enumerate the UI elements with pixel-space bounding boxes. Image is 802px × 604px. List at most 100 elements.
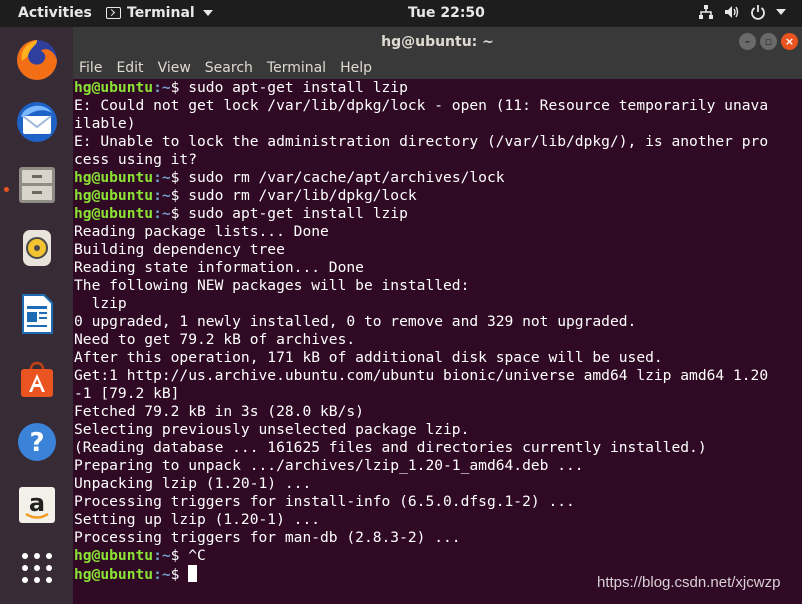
- output-line: Setting up lzip (1.20-1) ...: [74, 511, 788, 529]
- text-cursor: [188, 565, 198, 582]
- files-icon[interactable]: [12, 160, 62, 210]
- menu-edit[interactable]: Edit: [116, 60, 143, 76]
- output-line: ilable): [74, 115, 788, 133]
- line-text: 0 upgraded, 1 newly installed, 0 to remo…: [74, 313, 637, 330]
- output-line: After this operation, 171 kB of addition…: [74, 349, 788, 367]
- line-text: After this operation, 171 kB of addition…: [74, 349, 663, 366]
- window-title: hg@ubuntu: ~: [381, 34, 494, 50]
- terminal-window: hg@ubuntu: ~ – ▫ × File Edit View Search…: [73, 27, 802, 604]
- output-line: Reading package lists... Done: [74, 223, 788, 241]
- output-line: Unpacking lzip (1.20-1) ...: [74, 475, 788, 493]
- terminal-icon: [106, 7, 121, 19]
- output-line: E: Could not get lock /var/lib/dpkg/lock…: [74, 97, 788, 115]
- prompt-line: hg@ubuntu:~$ ^C: [74, 547, 788, 565]
- minimize-button[interactable]: –: [739, 33, 756, 50]
- running-indicator: [4, 187, 9, 192]
- chevron-down-icon: [202, 10, 213, 16]
- line-text: Reading state information... Done: [74, 259, 364, 276]
- prompt-user-host: hg@ubuntu: [74, 79, 154, 96]
- output-line: Processing triggers for man-db (2.8.3-2)…: [74, 529, 788, 547]
- output-line: Building dependency tree: [74, 241, 788, 259]
- prompt-path: :~: [153, 169, 171, 186]
- menu-bar: File Edit View Search Terminal Help: [73, 57, 802, 79]
- line-text: E: Unable to lock the administration dir…: [74, 133, 769, 150]
- svg-text:?: ?: [29, 428, 44, 458]
- output-line: cess using it?: [74, 151, 788, 169]
- clock[interactable]: Tue 22:50: [408, 5, 485, 21]
- volume-icon: [724, 4, 740, 20]
- prompt-line: hg@ubuntu:~$ sudo rm /var/lib/dpkg/lock: [74, 187, 788, 205]
- prompt-path: :~: [153, 187, 171, 204]
- rhythmbox-icon[interactable]: [12, 223, 62, 273]
- prompt-user-host: hg@ubuntu: [74, 547, 154, 564]
- activities-button[interactable]: Activities: [18, 5, 92, 21]
- prompt-path: :~: [153, 205, 171, 222]
- line-text: The following NEW packages will be insta…: [74, 277, 470, 294]
- menu-help[interactable]: Help: [340, 60, 372, 76]
- thunderbird-icon[interactable]: [12, 97, 62, 147]
- libreoffice-writer-icon[interactable]: [12, 289, 62, 339]
- chevron-down-icon: [776, 9, 786, 15]
- prompt-line: hg@ubuntu:~$ sudo rm /var/cache/apt/arch…: [74, 169, 788, 187]
- network-icon: [698, 4, 714, 20]
- line-text: Setting up lzip (1.20-1) ...: [74, 511, 321, 528]
- line-text: $ sudo apt-get install lzip: [170, 79, 408, 96]
- scrollbar[interactable]: [788, 79, 802, 604]
- line-text: Unpacking lzip (1.20-1) ...: [74, 475, 312, 492]
- ubuntu-software-icon[interactable]: [12, 354, 62, 404]
- menu-search[interactable]: Search: [205, 60, 253, 76]
- line-text: $ sudo rm /var/lib/dpkg/lock: [170, 187, 417, 204]
- menu-view[interactable]: View: [158, 60, 191, 76]
- output-line: The following NEW packages will be insta…: [74, 277, 788, 295]
- prompt-path: :~: [153, 547, 171, 564]
- line-text: Preparing to unpack .../archives/lzip_1.…: [74, 457, 584, 474]
- line-text: Need to get 79.2 kB of archives.: [74, 331, 356, 348]
- app-menu[interactable]: Terminal: [106, 5, 213, 21]
- menu-file[interactable]: File: [79, 60, 102, 76]
- line-text: Get:1 http://us.archive.ubuntu.com/ubunt…: [74, 367, 769, 384]
- firefox-icon[interactable]: [12, 35, 62, 85]
- svg-text:a: a: [29, 489, 45, 517]
- line-text: (Reading database ... 161625 files and d…: [74, 439, 707, 456]
- line-text: $ sudo rm /var/cache/apt/archives/lock: [170, 169, 505, 186]
- line-text: Reading package lists... Done: [74, 223, 329, 240]
- help-icon[interactable]: ?: [12, 417, 62, 467]
- line-text: E: Could not get lock /var/lib/dpkg/lock…: [74, 97, 769, 114]
- line-text: Processing triggers for install-info (6.…: [74, 493, 575, 510]
- line-text: Selecting previously unselected package …: [74, 421, 470, 438]
- output-line: Need to get 79.2 kB of archives.: [74, 331, 788, 349]
- output-line: 0 upgraded, 1 newly installed, 0 to remo…: [74, 313, 788, 331]
- prompt-line: hg@ubuntu:~$ sudo apt-get install lzip: [74, 205, 788, 223]
- show-applications-icon[interactable]: [12, 543, 62, 593]
- top-bar: Activities Terminal Tue 22:50: [0, 0, 802, 27]
- output-line: Fetched 79.2 kB in 3s (28.0 kB/s): [74, 403, 788, 421]
- output-line: (Reading database ... 161625 files and d…: [74, 439, 788, 457]
- prompt-path: :~: [153, 566, 171, 583]
- line-text: cess using it?: [74, 151, 198, 168]
- system-tray[interactable]: [698, 4, 786, 20]
- line-text: $ ^C: [170, 547, 206, 564]
- menu-terminal[interactable]: Terminal: [267, 60, 326, 76]
- line-text: lzip: [74, 295, 127, 312]
- amazon-icon[interactable]: a: [12, 480, 62, 530]
- prompt-path: :~: [153, 79, 171, 96]
- prompt-user-host: hg@ubuntu: [74, 566, 154, 583]
- output-line: Get:1 http://us.archive.ubuntu.com/ubunt…: [74, 367, 788, 385]
- line-text: Building dependency tree: [74, 241, 285, 258]
- line-text: -1 [79.2 kB]: [74, 385, 180, 402]
- terminal-output[interactable]: hg@ubuntu:~$ sudo apt-get install lzip E:…: [73, 79, 788, 604]
- output-line: -1 [79.2 kB]: [74, 385, 788, 403]
- output-line: Preparing to unpack .../archives/lzip_1.…: [74, 457, 788, 475]
- output-line: E: Unable to lock the administration dir…: [74, 133, 788, 151]
- prompt-line: hg@ubuntu:~$ sudo apt-get install lzip: [74, 79, 788, 97]
- line-text: Processing triggers for man-db (2.8.3-2)…: [74, 529, 461, 546]
- title-bar[interactable]: hg@ubuntu: ~ – ▫ ×: [73, 27, 802, 57]
- line-text: ilable): [74, 115, 136, 132]
- line-text: $: [170, 566, 189, 583]
- line-text: Fetched 79.2 kB in 3s (28.0 kB/s): [74, 403, 364, 420]
- watermark: https://blog.csdn.net/xjcwzp: [597, 574, 781, 591]
- dock: ? a: [0, 27, 73, 604]
- maximize-button[interactable]: ▫: [760, 33, 777, 50]
- line-text: $ sudo apt-get install lzip: [170, 205, 408, 222]
- close-button[interactable]: ×: [781, 33, 798, 50]
